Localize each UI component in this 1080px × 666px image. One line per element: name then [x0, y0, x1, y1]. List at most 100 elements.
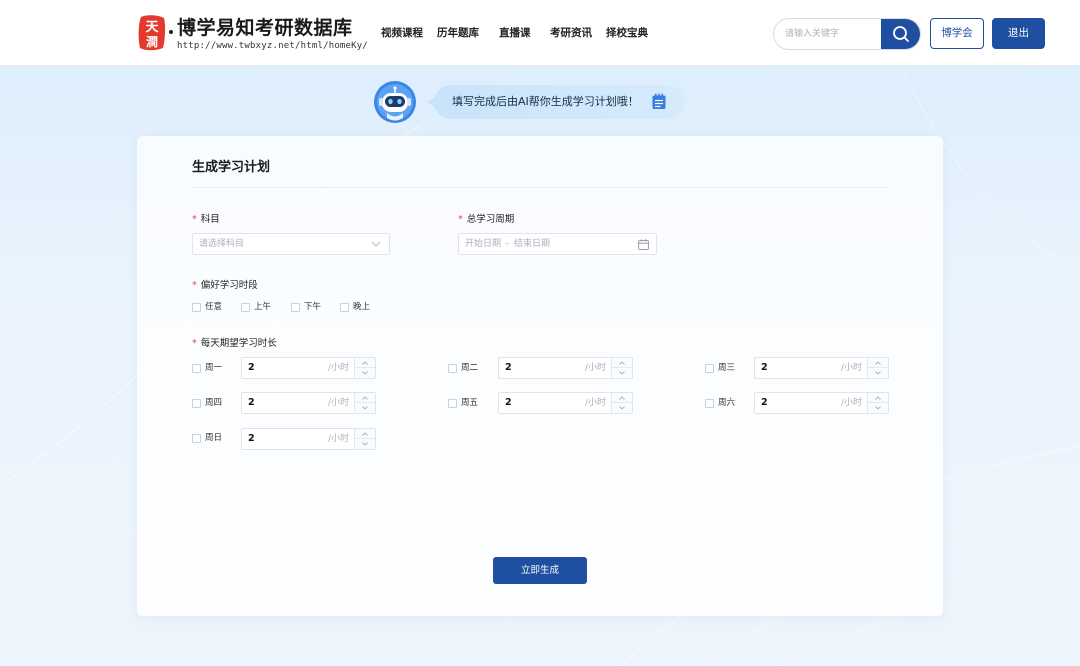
- search-button[interactable]: [881, 19, 920, 49]
- nav-past-questions[interactable]: 历年题库: [437, 26, 479, 40]
- tuesday-label: 周二: [461, 363, 479, 373]
- chevron-up-icon: [362, 396, 368, 400]
- search-box: [773, 18, 921, 50]
- chevron-down-icon: [875, 371, 881, 375]
- friday-checkbox[interactable]: [448, 399, 457, 408]
- chevron-down-icon: [362, 371, 368, 375]
- period-label: * 总学习周期: [458, 214, 515, 225]
- hours-unit: /小时: [327, 363, 349, 373]
- increment-button[interactable]: [355, 358, 375, 368]
- subject-label: * 科目: [192, 214, 220, 225]
- chevron-up-icon: [619, 396, 625, 400]
- chevron-down-icon: [875, 406, 881, 410]
- tuesday-checkbox[interactable]: [448, 364, 457, 373]
- generate-now-button[interactable]: 立即生成: [493, 557, 587, 584]
- chevron-up-icon: [362, 432, 368, 436]
- top-header: 天 澗 博学易知考研数据库 http://www.twbxyz.net/html…: [0, 0, 1080, 66]
- chevron-down-icon: [362, 442, 368, 446]
- chevron-up-icon: [362, 361, 368, 365]
- subject-placeholder: 请选择科目: [199, 239, 245, 249]
- hours-unit: /小时: [840, 363, 862, 373]
- ai-tip-text: 填写完成后由AI帮你生成学习计划哦！: [452, 95, 639, 108]
- increment-button[interactable]: [868, 358, 888, 368]
- wednesday-hours-input[interactable]: 2 /小时: [754, 357, 889, 379]
- slot-evening-checkbox[interactable]: [340, 303, 349, 312]
- sunday-checkbox[interactable]: [192, 434, 201, 443]
- calendar-icon: [638, 239, 649, 250]
- tuesday-hours-input[interactable]: 2 /小时: [498, 357, 633, 379]
- search-icon: [893, 26, 909, 42]
- sunday-hours-value: 2: [248, 433, 255, 444]
- chevron-down-icon: [619, 371, 625, 375]
- thursday-label: 周四: [205, 398, 223, 408]
- stepper: [867, 358, 888, 378]
- saturday-hours-value: 2: [761, 397, 768, 408]
- decrement-button[interactable]: [355, 403, 375, 413]
- thursday-hours-input[interactable]: 2 /小时: [241, 392, 376, 414]
- friday-hours-value: 2: [505, 397, 512, 408]
- slot-any-label: 任意: [205, 302, 223, 312]
- increment-button[interactable]: [355, 393, 375, 403]
- monday-hours-input[interactable]: 2 /小时: [241, 357, 376, 379]
- chevron-up-icon: [875, 396, 881, 400]
- card-title: 生成学习计划: [192, 160, 271, 175]
- stepper: [867, 393, 888, 413]
- svg-text:澗: 澗: [146, 34, 158, 49]
- saturday-checkbox[interactable]: [705, 399, 714, 408]
- chevron-down-icon: [362, 406, 368, 410]
- wednesday-hours-value: 2: [761, 362, 768, 373]
- chevron-up-icon: [619, 361, 625, 365]
- end-date-placeholder: 结束日期: [514, 239, 551, 249]
- logout-button[interactable]: 退出: [992, 18, 1045, 49]
- chevron-up-icon: [875, 361, 881, 365]
- hours-unit: /小时: [584, 363, 606, 373]
- hours-unit: /小时: [840, 398, 862, 408]
- decrement-button[interactable]: [868, 403, 888, 413]
- slot-morning-checkbox[interactable]: [241, 303, 250, 312]
- saturday-label: 周六: [718, 398, 736, 408]
- sunday-label: 周日: [205, 433, 223, 443]
- decrement-button[interactable]: [612, 368, 632, 378]
- nav-school-guide[interactable]: 择校宝典: [606, 26, 648, 40]
- thursday-checkbox[interactable]: [192, 399, 201, 408]
- hours-unit: /小时: [327, 398, 349, 408]
- monday-checkbox[interactable]: [192, 364, 201, 373]
- stepper: [354, 429, 375, 449]
- nav-exam-news[interactable]: 考研资讯: [550, 26, 592, 40]
- slot-afternoon-label: 下午: [304, 302, 322, 312]
- increment-button[interactable]: [612, 358, 632, 368]
- friday-hours-input[interactable]: 2 /小时: [498, 392, 633, 414]
- start-date-placeholder: 开始日期: [465, 239, 502, 249]
- nav-live-classes[interactable]: 直播课: [499, 26, 531, 40]
- decrement-button[interactable]: [868, 368, 888, 378]
- wednesday-label: 周三: [718, 363, 736, 373]
- stepper: [611, 358, 632, 378]
- decrement-button[interactable]: [355, 439, 375, 449]
- stepper: [611, 393, 632, 413]
- saturday-hours-input[interactable]: 2 /小时: [754, 392, 889, 414]
- nav-video-courses[interactable]: 视频课程: [381, 26, 423, 40]
- site-url: http://www.twbxyz.net/html/homeKy/: [177, 41, 369, 51]
- logo-dot: [169, 30, 173, 34]
- daily-duration-label: * 每天期望学习时长: [192, 338, 277, 349]
- increment-button[interactable]: [868, 393, 888, 403]
- increment-button[interactable]: [612, 393, 632, 403]
- date-separator: –: [505, 239, 510, 249]
- sunday-hours-input[interactable]: 2 /小时: [241, 428, 376, 450]
- wednesday-checkbox[interactable]: [705, 364, 714, 373]
- slot-afternoon-checkbox[interactable]: [291, 303, 300, 312]
- search-input[interactable]: [774, 19, 882, 49]
- chevron-down-icon: [371, 241, 381, 247]
- svg-text:天: 天: [145, 20, 159, 35]
- increment-button[interactable]: [355, 429, 375, 439]
- slot-any-checkbox[interactable]: [192, 303, 201, 312]
- subject-select[interactable]: 请选择科目: [192, 233, 390, 255]
- bxh-button[interactable]: 博学会: [930, 18, 984, 49]
- decrement-button[interactable]: [612, 403, 632, 413]
- date-range-picker[interactable]: 开始日期 – 结束日期: [458, 233, 657, 255]
- friday-label: 周五: [461, 398, 479, 408]
- stepper: [354, 393, 375, 413]
- site-title[interactable]: 博学易知考研数据库: [177, 16, 353, 40]
- tuesday-hours-value: 2: [505, 362, 512, 373]
- decrement-button[interactable]: [355, 368, 375, 378]
